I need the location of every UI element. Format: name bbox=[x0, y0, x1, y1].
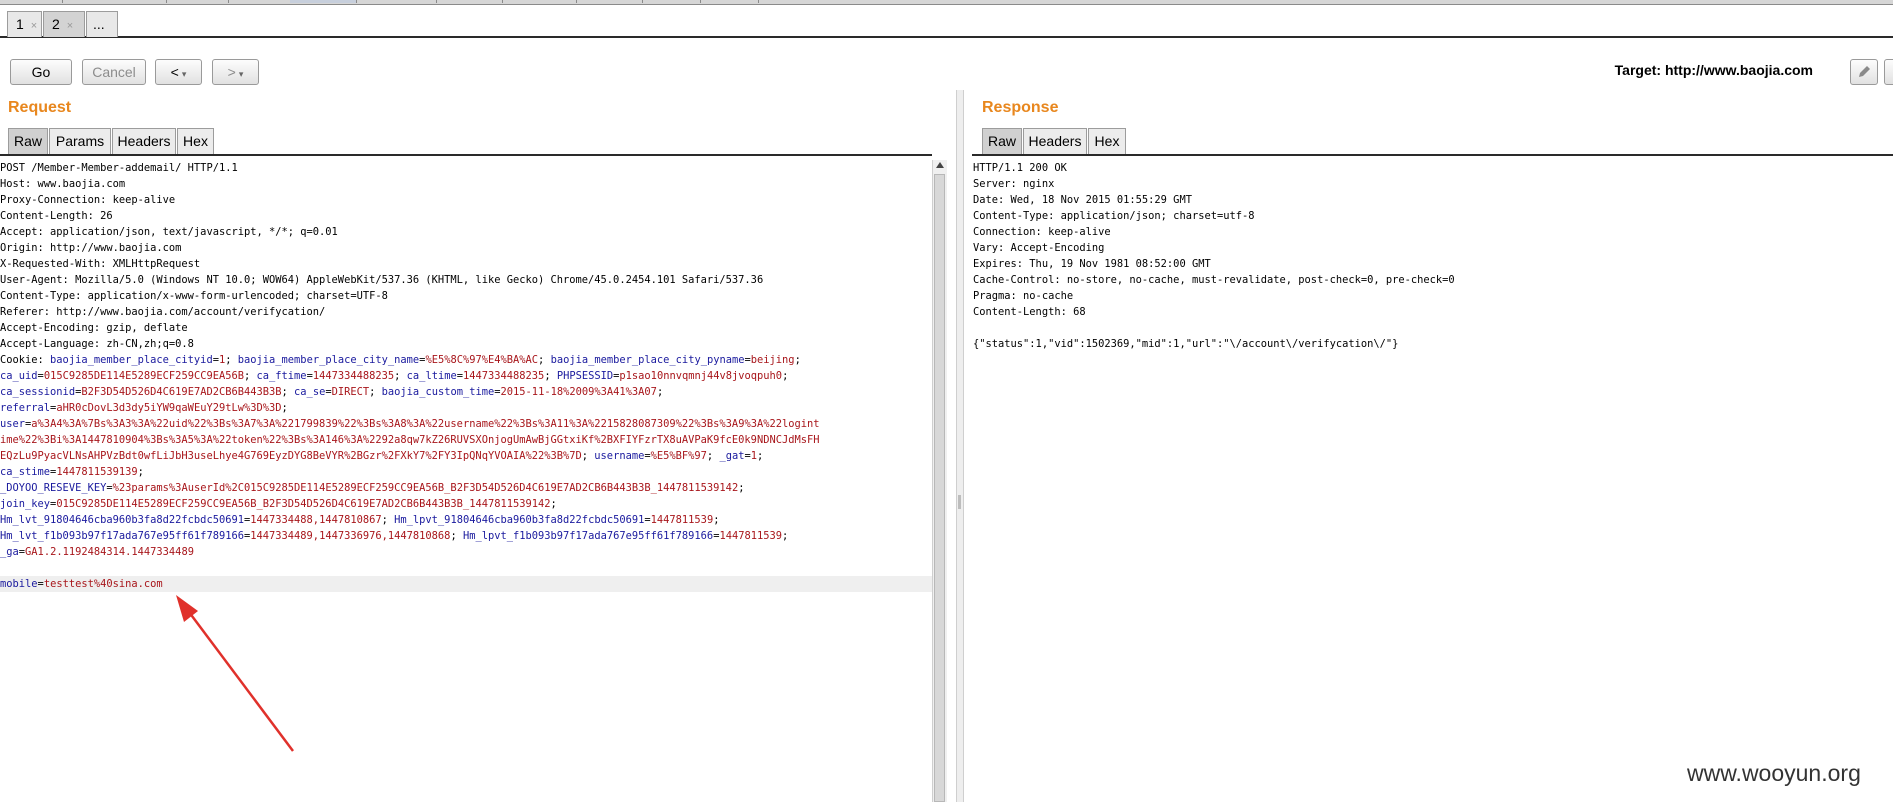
watermark: www.wooyun.org bbox=[1687, 760, 1861, 786]
annotation-arrow bbox=[176, 595, 295, 752]
